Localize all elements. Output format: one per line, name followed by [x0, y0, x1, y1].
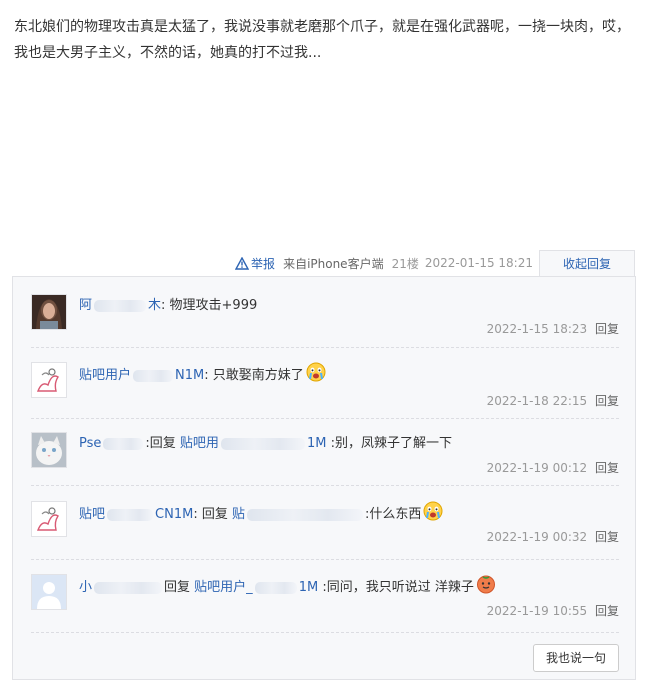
- reply-mid: : 回复: [193, 507, 228, 522]
- reply-time: 2022-1-19 00:32: [486, 530, 588, 544]
- reply-target-user[interactable]: 贴: [232, 507, 365, 522]
- reply-text: :别，凤辣子了解一下: [330, 436, 452, 451]
- reply-divider: [31, 347, 619, 348]
- redacted-blur: [220, 437, 305, 450]
- reply-meta: 2022-1-19 00:32 回复: [487, 528, 619, 545]
- reply-button[interactable]: 回复: [595, 322, 619, 336]
- redacted-blur: [103, 437, 144, 450]
- reply-username[interactable]: 阿木: [79, 298, 161, 313]
- post-date: 2022-01-15 18:21: [424, 256, 533, 270]
- redacted-blur: [246, 508, 363, 521]
- report-label[interactable]: 举报: [251, 255, 275, 272]
- warning-icon: [235, 256, 250, 270]
- reply-content: 小回复 贴吧用户_ 1M :同问，我只听说过 洋辣子: [79, 574, 619, 600]
- blank-user-avatar-icon[interactable]: [31, 574, 67, 610]
- reply-content: Pse:回复 贴吧用 1M :别，凤辣子了解一下: [79, 432, 619, 456]
- crying-face-icon: [423, 501, 443, 521]
- reply-button[interactable]: 回复: [595, 530, 619, 544]
- reply-meta: 2022-1-18 22:15 回复: [487, 392, 619, 409]
- collapse-replies-button[interactable]: 收起回复: [539, 250, 635, 276]
- white-cat-avatar-icon[interactable]: [31, 432, 67, 468]
- crying-face-icon: [306, 362, 326, 382]
- reply-username[interactable]: 贴吧 CN1M: [79, 507, 193, 522]
- reply-text: : 只敢娶南方妹了: [204, 368, 304, 383]
- reply-content: 贴吧 CN1M: 回复 贴:什么东西: [79, 501, 619, 527]
- reply-time: 2022-1-19 00:12: [486, 461, 588, 475]
- reply-meta: 2022-1-19 00:12 回复: [487, 459, 619, 476]
- reply-panel: 阿木: 物理攻击+999 2022-1-15 18:23 回复 贴吧用户 N1M:…: [12, 276, 636, 680]
- redacted-blur: [94, 299, 147, 312]
- reply-button[interactable]: 回复: [595, 394, 619, 408]
- client-source: 来自iPhone客户端: [283, 256, 384, 271]
- reply-username[interactable]: 小: [79, 580, 164, 595]
- reply-text: : 物理攻击+999: [161, 298, 258, 313]
- reply-content: 贴吧用户 N1M: 只敢娶南方妹了: [79, 362, 619, 388]
- reply-username[interactable]: 贴吧用户 N1M: [79, 368, 204, 383]
- floor-number: 21楼: [391, 256, 419, 271]
- tomato-face-icon: [476, 575, 495, 594]
- post-content: 东北娘们的物理攻击真是太猛了，我说没事就老磨那个爪子，就是在强化武器呢，一挠一块…: [14, 19, 630, 61]
- reply-time: 2022-1-18 22:15: [486, 394, 588, 408]
- redacted-blur: [94, 581, 163, 594]
- redacted-blur: [107, 508, 154, 521]
- reply-mid: 回复: [164, 580, 191, 595]
- photo-avatar-icon[interactable]: [31, 294, 67, 330]
- reply-time: 2022-1-19 10:55: [486, 604, 588, 618]
- reply-mid: :回复: [145, 436, 176, 451]
- reply-divider: [31, 485, 619, 486]
- reply-button[interactable]: 回复: [595, 604, 619, 618]
- reply-divider: [31, 632, 619, 633]
- reply-text: :同问，我只听说过 洋辣子: [322, 580, 474, 595]
- default-user-avatar-icon[interactable]: [31, 501, 67, 537]
- reply-divider: [31, 418, 619, 419]
- reply-text: :什么东西: [364, 507, 422, 522]
- reply-time: 2022-1-15 18:23: [486, 322, 588, 336]
- reply-content: 阿木: 物理攻击+999: [79, 294, 619, 318]
- report-link[interactable]: 举报: [235, 255, 275, 272]
- reply-meta: 2022-1-15 18:23 回复: [487, 320, 619, 337]
- reply-button[interactable]: 回复: [595, 461, 619, 475]
- reply-target-user[interactable]: 贴吧用 1M: [180, 436, 327, 451]
- reply-username[interactable]: Pse: [79, 436, 145, 451]
- redacted-blur: [254, 581, 297, 594]
- redacted-blur: [133, 369, 174, 382]
- reply-divider: [31, 559, 619, 560]
- post-tail: 举报 来自iPhone客户端 21楼 2022-01-15 18:21 收起回复: [14, 250, 635, 276]
- reply-meta: 2022-1-19 10:55 回复: [487, 602, 619, 619]
- reply-target-user[interactable]: 贴吧用户_ 1M: [194, 580, 318, 595]
- default-user-avatar-icon[interactable]: [31, 362, 67, 398]
- say-something-button[interactable]: 我也说一句: [533, 644, 619, 672]
